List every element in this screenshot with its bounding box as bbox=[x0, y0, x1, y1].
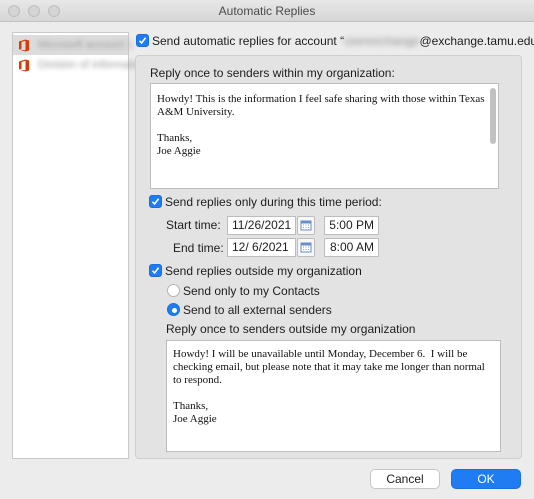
title-bar: Automatic Replies bbox=[0, 0, 534, 22]
redacted-account: userexchange bbox=[344, 34, 420, 48]
radio-all-external[interactable] bbox=[167, 303, 180, 316]
calendar-icon bbox=[300, 242, 312, 253]
window-title: Automatic Replies bbox=[218, 4, 316, 18]
internal-reply-textarea[interactable]: Howdy! This is the information I feel sa… bbox=[150, 83, 499, 189]
end-time-field[interactable]: 8:00 AM bbox=[324, 238, 379, 257]
time-period-checkbox[interactable] bbox=[149, 195, 162, 208]
contacts-only-label: Send only to my Contacts bbox=[183, 284, 320, 298]
end-date-field[interactable]: 12/ 6/2021 bbox=[227, 238, 296, 257]
external-replies-checkbox[interactable] bbox=[149, 264, 162, 277]
start-time-field[interactable]: 5:00 PM bbox=[324, 216, 379, 235]
account-item-1[interactable]: Microsoft account 1 bbox=[13, 35, 133, 55]
external-reply-textarea[interactable]: Howdy! I will be unavailable until Monda… bbox=[166, 340, 501, 452]
ok-button[interactable]: OK bbox=[451, 469, 521, 489]
radio-contacts-only[interactable] bbox=[167, 284, 180, 297]
internal-reply-scrollbar[interactable] bbox=[490, 88, 496, 144]
start-calendar-button[interactable] bbox=[297, 216, 315, 235]
account-item-2[interactable]: Division of Information bbox=[13, 55, 147, 75]
account-label: Microsoft account 1 bbox=[38, 39, 134, 51]
all-external-label: Send to all external senders bbox=[183, 303, 332, 317]
account-list: Microsoft account 1 Division of Informat… bbox=[12, 32, 147, 459]
start-time-label: Start time: bbox=[166, 218, 221, 232]
send-auto-replies-label: Send automatic replies for account “user… bbox=[152, 34, 534, 48]
external-replies-label: Send replies outside my organization bbox=[165, 264, 362, 278]
start-date-field[interactable]: 11/26/2021 bbox=[227, 216, 296, 235]
cancel-button[interactable]: Cancel bbox=[370, 469, 440, 489]
end-time-label: End time: bbox=[173, 241, 224, 255]
office-icon bbox=[18, 39, 30, 52]
office-icon bbox=[18, 59, 30, 72]
send-auto-replies-checkbox[interactable] bbox=[136, 34, 149, 47]
external-reply-heading: Reply once to senders outside my organiz… bbox=[166, 322, 416, 336]
time-period-label: Send replies only during this time perio… bbox=[165, 195, 382, 209]
calendar-icon bbox=[300, 220, 312, 231]
end-calendar-button[interactable] bbox=[297, 238, 315, 257]
internal-reply-heading: Reply once to senders within my organiza… bbox=[150, 66, 395, 80]
account-label: Division of Information bbox=[38, 59, 147, 71]
